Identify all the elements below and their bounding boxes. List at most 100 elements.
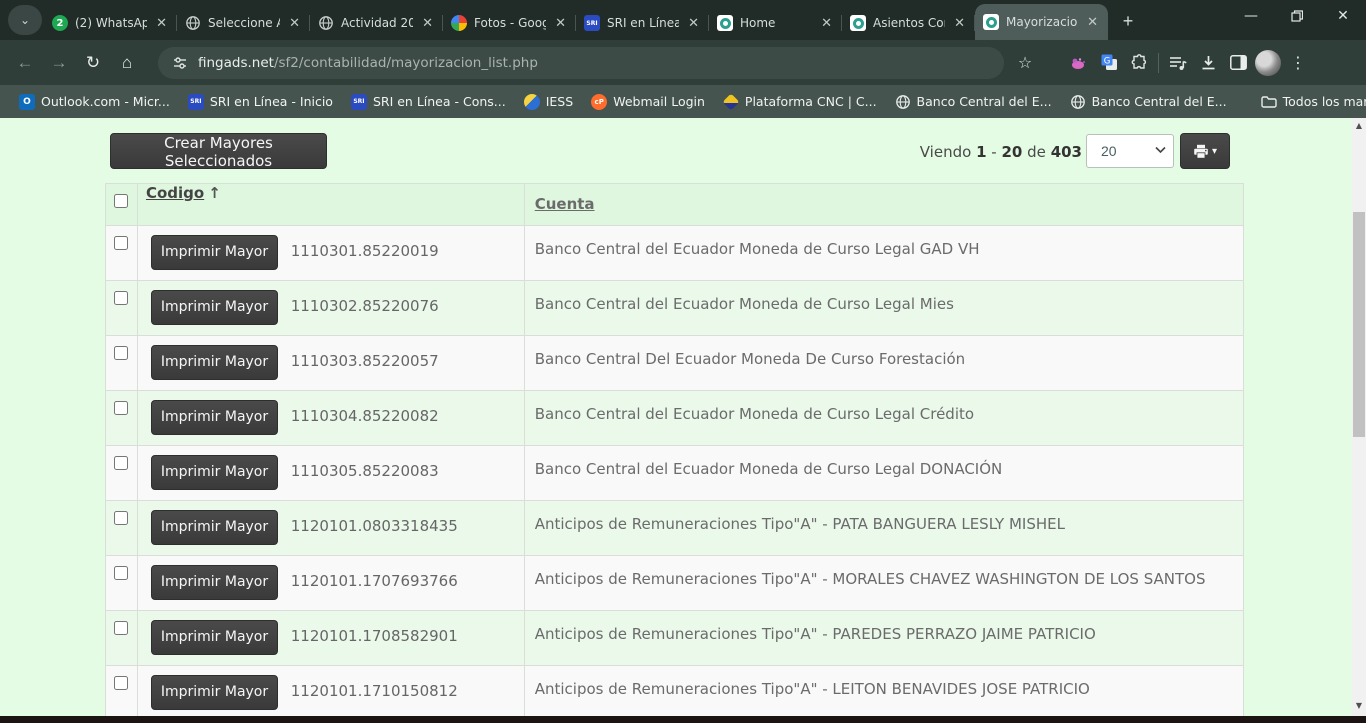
header-codigo[interactable]: Codigo↑ (137, 184, 524, 226)
codigo-value: 1120101.1707693766 (291, 572, 458, 590)
bookmark-sri-inicio[interactable]: SRI SRI en Línea - Inicio (179, 90, 342, 114)
codigo-value: 1120101.1708582901 (291, 627, 458, 645)
imprimir-mayor-button[interactable]: Imprimir Mayor (151, 510, 278, 545)
tab-close-icon[interactable]: ✕ (952, 16, 967, 31)
close-window-button[interactable]: ✕ (1320, 0, 1366, 32)
scroll-up-icon[interactable]: ▲ (1352, 118, 1366, 134)
bookmark-iess[interactable]: IESS (515, 90, 582, 114)
header-cuenta[interactable]: Cuenta (524, 184, 1243, 226)
imprimir-mayor-button[interactable]: Imprimir Mayor (151, 620, 278, 655)
new-tab-button[interactable]: + (1114, 7, 1142, 35)
print-menu-button[interactable]: ▾ (1180, 133, 1230, 169)
row-checkbox[interactable] (114, 291, 128, 305)
sri-icon: SRI (188, 94, 204, 110)
row-checkbox[interactable] (114, 511, 128, 525)
extension-pink-icon[interactable] (1064, 48, 1094, 78)
tab-close-icon[interactable]: ✕ (154, 16, 169, 31)
scroll-down-icon[interactable]: ▼ (1352, 698, 1366, 714)
codigo-value: 1110302.85220076 (291, 297, 439, 315)
restore-button[interactable] (1274, 0, 1320, 32)
imprimir-mayor-button[interactable]: Imprimir Mayor (151, 290, 278, 325)
select-all-checkbox[interactable] (114, 194, 128, 208)
tab-seleccione[interactable]: Seleccione A ✕ (177, 6, 310, 40)
tab-search-button[interactable]: ⌄ (8, 5, 42, 35)
imprimir-mayor-button[interactable]: Imprimir Mayor (151, 675, 278, 710)
viewing-from: 1 (976, 143, 986, 161)
row-checkbox[interactable] (114, 566, 128, 580)
tab-close-icon[interactable]: ✕ (287, 16, 302, 31)
site-info-icon[interactable] (172, 55, 188, 71)
page-size-select[interactable]: 20 (1086, 134, 1174, 168)
mayorizacion-page: Crear Mayores Seleccionados Viendo 1 - 2… (0, 118, 1352, 716)
imprimir-mayor-button[interactable]: Imprimir Mayor (151, 400, 278, 435)
svg-text:G: G (1103, 56, 1110, 66)
sri-icon: SRI (351, 94, 367, 110)
imprimir-mayor-button[interactable]: Imprimir Mayor (151, 345, 278, 380)
row-checkbox[interactable] (114, 621, 128, 635)
tab-title: SRI en Línea (607, 16, 679, 30)
bookmark-all-bookmarks[interactable]: Todos los marcadores (1252, 90, 1366, 113)
viewing-status: Viendo 1 - 20 de 403 (920, 143, 1082, 161)
tab-close-icon[interactable]: ✕ (686, 16, 701, 31)
address-bar[interactable]: fingads.net/sf2/contabilidad/mayorizacio… (158, 47, 1004, 79)
bookmark-star-icon[interactable]: ☆ (1010, 48, 1040, 78)
row-checkbox[interactable] (114, 346, 128, 360)
bookmark-banco-central-1[interactable]: Banco Central del E... (886, 90, 1061, 114)
printer-icon (1193, 144, 1209, 159)
codigo-value: 1110304.85220082 (291, 407, 439, 425)
forward-icon[interactable]: → (42, 46, 76, 80)
page-scrollbar[interactable]: ▲ ▼ (1352, 118, 1366, 716)
tab-mayorizacion-active[interactable]: Mayorizacion ✕ (975, 4, 1108, 40)
bookmark-webmail[interactable]: cP Webmail Login (582, 90, 714, 114)
bookmark-label: SRI en Línea - Cons... (373, 94, 506, 109)
tab-close-icon[interactable]: ✕ (553, 16, 568, 31)
profile-avatar[interactable] (1253, 48, 1283, 78)
iess-icon (524, 94, 540, 110)
bookmark-banco-central-2[interactable]: Banco Central del E... (1061, 90, 1236, 114)
tab-home[interactable]: Home ✕ (709, 6, 842, 40)
table-row: Imprimir Mayor 1110303.85220057 Banco Ce… (106, 336, 1244, 391)
outlook-icon: O (19, 94, 35, 110)
row-checkbox[interactable] (114, 456, 128, 470)
bookmark-outlook[interactable]: O Outlook.com - Micr... (10, 90, 179, 114)
tab-close-icon[interactable]: ✕ (1085, 15, 1100, 30)
bookmark-cnc[interactable]: Plataforma CNC | C... (714, 90, 886, 114)
tab-whatsapp[interactable]: 2 (2) WhatsApp ✕ (44, 6, 177, 40)
cuenta-value: Anticipos de Remuneraciones Tipo"A" - PA… (524, 611, 1243, 666)
crear-mayores-button[interactable]: Crear Mayores Seleccionados (110, 133, 327, 169)
table-row: Imprimir Mayor 1120101.0803318435 Antici… (106, 501, 1244, 556)
translate-icon[interactable]: G (1094, 48, 1124, 78)
bookmark-label: Plataforma CNC | C... (745, 94, 877, 109)
globe-favicon (185, 15, 201, 31)
row-checkbox[interactable] (114, 401, 128, 415)
downloads-icon[interactable] (1193, 48, 1223, 78)
minimize-button[interactable]: — (1228, 0, 1274, 32)
extensions-puzzle-icon[interactable] (1124, 48, 1154, 78)
home-icon[interactable]: ⌂ (110, 46, 144, 80)
cuenta-value: Banco Central del Ecuador Moneda de Curs… (524, 391, 1243, 446)
scrollbar-thumb[interactable] (1353, 212, 1365, 437)
imprimir-mayor-button[interactable]: Imprimir Mayor (151, 235, 278, 270)
media-playlist-icon[interactable] (1163, 48, 1193, 78)
side-panel-icon[interactable] (1223, 48, 1253, 78)
back-icon[interactable]: ← (8, 46, 42, 80)
tab-title: Actividad 20 (341, 16, 413, 30)
tab-asientos[interactable]: Asientos Con ✕ (842, 6, 975, 40)
imprimir-mayor-button[interactable]: Imprimir Mayor (151, 565, 278, 600)
codigo-value: 1120101.1710150812 (291, 682, 458, 700)
reload-icon[interactable]: ↻ (76, 46, 110, 80)
folder-icon (1261, 95, 1277, 109)
tab-sri[interactable]: SRI SRI en Línea ✕ (576, 6, 709, 40)
tab-actividad[interactable]: Actividad 20 ✕ (310, 6, 443, 40)
row-checkbox[interactable] (114, 236, 128, 250)
url-text[interactable]: fingads.net/sf2/contabilidad/mayorizacio… (198, 55, 538, 71)
tab-title: Fotos - Goog (474, 16, 546, 30)
row-checkbox[interactable] (114, 676, 128, 690)
fingads-favicon (983, 14, 999, 30)
imprimir-mayor-button[interactable]: Imprimir Mayor (151, 455, 278, 490)
browser-menu-icon[interactable]: ⋮ (1283, 48, 1313, 78)
tab-close-icon[interactable]: ✕ (819, 16, 834, 31)
bookmark-sri-consultas[interactable]: SRI SRI en Línea - Cons... (342, 90, 515, 114)
tab-fotos[interactable]: Fotos - Goog ✕ (443, 6, 576, 40)
tab-close-icon[interactable]: ✕ (420, 16, 435, 31)
